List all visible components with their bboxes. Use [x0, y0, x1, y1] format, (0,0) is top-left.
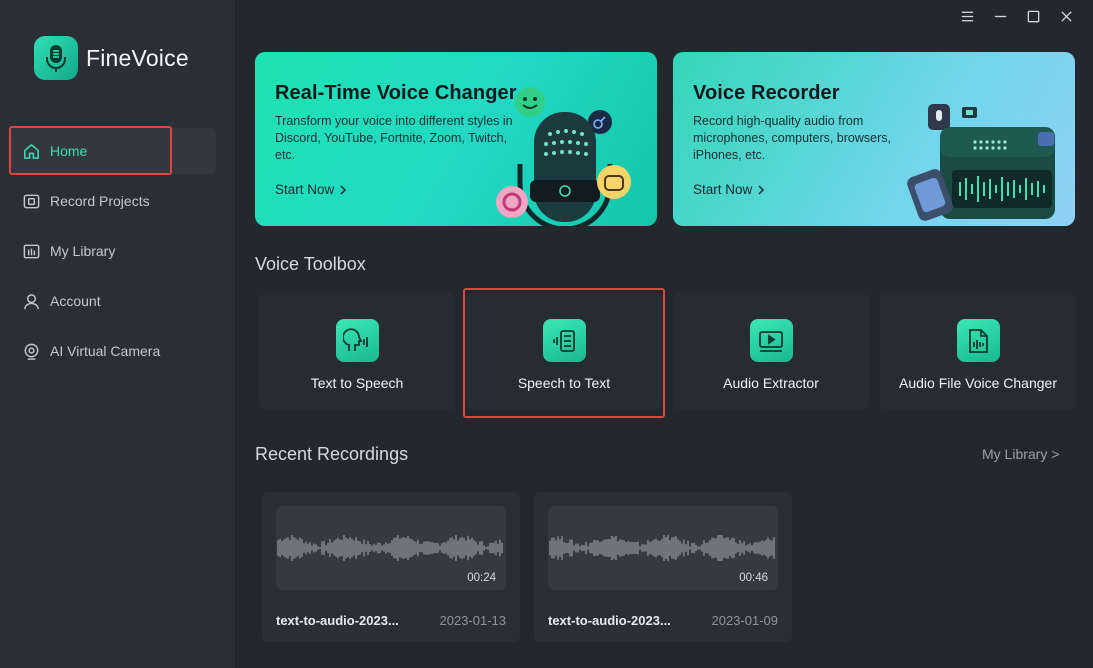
sidebar-item-home[interactable]: Home [10, 128, 216, 174]
tool-text-to-speech[interactable]: Text to Speech [259, 293, 455, 410]
waveform-thumbnail: 00:24 [276, 506, 506, 590]
sidebar: FineVoice Home Record Projects My Librar… [0, 0, 236, 668]
recording-card[interactable]: 00:24 text-to-audio-2023... 2023-01-13 [262, 492, 520, 642]
chevron-right-icon [758, 184, 765, 195]
recording-date: 2023-01-09 [711, 613, 779, 628]
speech-to-text-icon [542, 319, 586, 362]
sidebar-item-account[interactable]: Account [10, 278, 216, 324]
recent-recordings-title: Recent Recordings [255, 444, 409, 464]
start-now-label: Start Now [693, 182, 753, 197]
minimize-button[interactable] [988, 6, 1013, 26]
maximize-button[interactable] [1021, 6, 1046, 26]
minimize-icon [994, 15, 1007, 17]
sidebar-item-label: Record Projects [50, 193, 150, 209]
app-name: FineVoice [86, 44, 189, 71]
record-projects-icon [23, 194, 40, 208]
camera-icon [24, 343, 39, 360]
app-logo: FineVoice [34, 36, 189, 80]
tool-label: Text to Speech [310, 375, 404, 391]
maximize-icon [1027, 10, 1040, 22]
menu-button[interactable] [955, 6, 980, 26]
start-now-label: Start Now [275, 182, 335, 197]
close-icon [1061, 10, 1072, 22]
waveform-graphic [549, 535, 775, 561]
sidebar-item-label: Account [50, 293, 101, 309]
sidebar-item-label: AI Virtual Camera [50, 343, 161, 359]
sidebar-nav: Home Record Projects My Library Account … [10, 128, 216, 378]
sidebar-item-record-projects[interactable]: Record Projects [10, 178, 216, 224]
recording-date: 2023-01-13 [439, 613, 507, 628]
waveform-thumbnail: 00:46 [548, 506, 778, 590]
sidebar-item-label: My Library [50, 243, 116, 259]
waveform-graphic [277, 535, 503, 561]
microphone-illustration [496, 87, 631, 226]
home-icon [24, 143, 39, 159]
voice-recorder-banner[interactable]: Voice Recorder Record high-quality audio… [673, 52, 1075, 226]
voice-toolbox-title: Voice Toolbox [255, 254, 366, 274]
tool-audio-file-voice-changer[interactable]: Audio File Voice Changer [880, 293, 1076, 410]
recording-duration: 00:24 [467, 572, 496, 584]
audio-file-icon [956, 319, 1000, 362]
tool-label: Audio Extractor [723, 375, 819, 391]
recorder-illustration [907, 104, 1055, 221]
recording-card[interactable]: 00:46 text-to-audio-2023... 2023-01-09 [534, 492, 792, 642]
tool-label: Speech to Text [517, 375, 611, 391]
menu-icon [961, 11, 974, 21]
tool-label: Audio File Voice Changer [899, 375, 1057, 391]
microphone-logo-icon [34, 36, 78, 80]
recording-name: text-to-audio-2023... [548, 613, 671, 628]
window-controls [947, 6, 1079, 26]
close-button[interactable] [1054, 6, 1079, 26]
tool-speech-to-text[interactable]: Speech to Text [466, 293, 662, 410]
sidebar-item-label: Home [50, 143, 88, 159]
library-icon [23, 244, 40, 258]
recording-duration: 00:46 [739, 572, 768, 584]
account-icon [24, 293, 39, 309]
recording-name: text-to-audio-2023... [276, 613, 399, 628]
text-to-speech-icon [335, 319, 379, 362]
realtime-voice-changer-banner[interactable]: Real-Time Voice Changer Transform your v… [255, 52, 657, 226]
start-now-link[interactable]: Start Now [693, 182, 766, 197]
chevron-right-icon [340, 184, 347, 195]
tool-audio-extractor[interactable]: Audio Extractor [673, 293, 869, 410]
audio-extractor-icon [749, 319, 793, 362]
start-now-link[interactable]: Start Now [275, 182, 348, 197]
sidebar-item-ai-virtual-camera[interactable]: AI Virtual Camera [10, 328, 216, 374]
my-library-link[interactable]: My Library > [982, 446, 1059, 462]
sidebar-item-my-library[interactable]: My Library [10, 228, 216, 274]
